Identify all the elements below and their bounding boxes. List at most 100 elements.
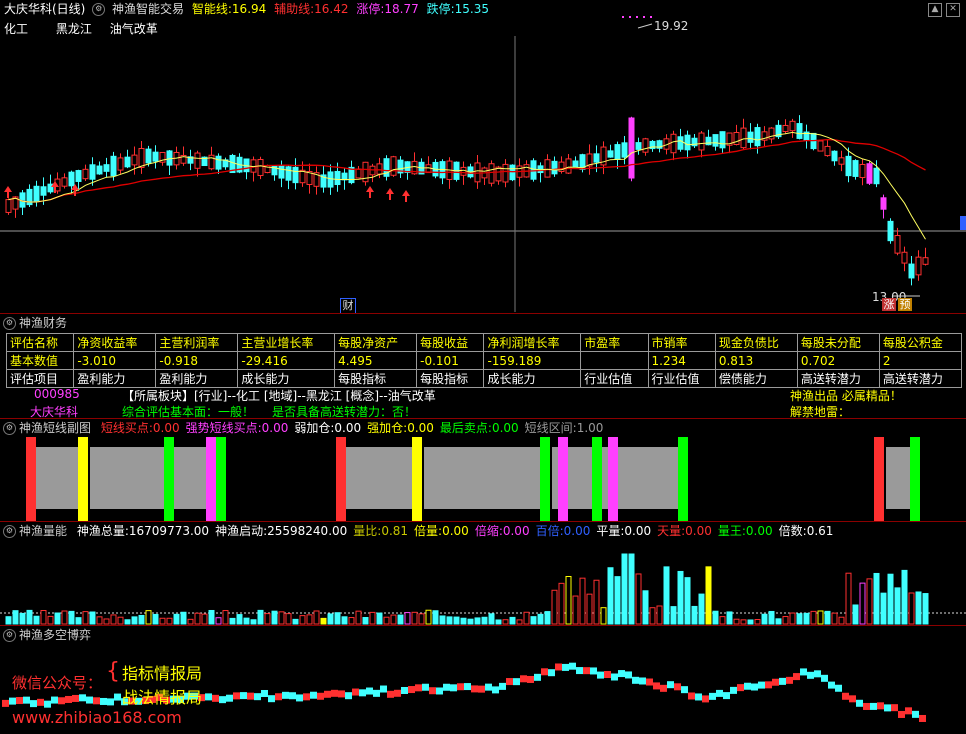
candle-body (894, 235, 901, 254)
finance-table: 评估名称 净资收益率 主营利润率 主营业增长率 每股净资产 每股收益 净利润增长率 市盈率 市销… (5, 333, 963, 388)
table-cell: 行业估值 (647, 369, 716, 388)
settings-icon[interactable]: ⚙ (3, 422, 16, 435)
signal-bar (558, 437, 568, 521)
candle-body (782, 124, 789, 133)
volume-chart[interactable] (0, 540, 966, 626)
volume-bar (712, 610, 719, 625)
zhineng-label: 智能线: (191, 2, 232, 16)
finance-event-marker[interactable]: 财 (340, 298, 356, 314)
indicator-label: 神渔总量: (76, 524, 129, 538)
duokong-block (79, 694, 86, 702)
volume-bar (103, 618, 110, 625)
kline-chart[interactable] (0, 16, 966, 312)
indicator-value: 0.00 (407, 421, 434, 435)
duokong-block (828, 681, 835, 689)
volume-bar (782, 616, 789, 625)
volume-bar (642, 590, 649, 625)
stock-code: 000985 (34, 387, 80, 401)
indicator-item: 强加仓:0.00 (367, 421, 434, 435)
signal-bar (164, 437, 174, 521)
table-cell: 4.495 (334, 351, 418, 370)
volume-bar (306, 614, 313, 625)
short-zone (90, 447, 208, 509)
indicator-item: 量比:0.81 (353, 524, 408, 538)
buy-arrow-icon (402, 190, 410, 202)
table-cell: 0.702 (796, 351, 880, 370)
volume-bar (579, 577, 586, 625)
volume-bar (411, 611, 418, 625)
volume-bar (677, 570, 684, 625)
volume-bar (719, 616, 726, 625)
duokong-block (107, 698, 114, 706)
candle-body (712, 134, 719, 147)
finance-title: 神渔财务 (19, 316, 68, 330)
duokong-block (373, 689, 380, 697)
indicator-value: 16709773.00 (128, 524, 210, 538)
watermark-wechat: 微信公众号： (12, 674, 103, 692)
volume-bar (852, 604, 859, 625)
volume-bar (54, 612, 61, 625)
volume-bar (915, 591, 922, 625)
indicator-label: 最后卖点: (439, 421, 492, 435)
volume-bar (593, 579, 600, 625)
duokong-block (30, 700, 37, 708)
duokong-block (499, 682, 506, 690)
short-panel-header: ⚙ 神渔短线副图 短线买点:0.00 强势短线买点:0.00 弱加仓:0.00 强加仓:… (0, 418, 966, 437)
short-line-chart[interactable] (0, 437, 966, 521)
table-cell: 主营利润率 (155, 333, 239, 352)
settings-icon[interactable]: ⚙ (3, 317, 16, 330)
volume-bar (586, 593, 593, 625)
settings-icon[interactable]: ⚙ (3, 629, 16, 642)
candle-body (635, 142, 642, 150)
duokong-block (702, 695, 709, 703)
settings-icon[interactable]: ⚙ (3, 525, 16, 538)
indicator-label: 短线区间: (524, 421, 577, 435)
finance-panel-header: ⚙ 神渔财务 (0, 313, 966, 332)
settings-icon[interactable]: ⚙ (92, 3, 106, 16)
volume-bar (68, 610, 75, 625)
volume-bar (747, 619, 754, 625)
duokong-block (16, 697, 23, 705)
short-zone (424, 447, 540, 509)
zhang-marker[interactable]: 涨 (882, 298, 896, 311)
duokong-block (394, 689, 401, 697)
candle-body (551, 160, 558, 175)
close-icon[interactable]: ✕ (946, 3, 960, 17)
volume-bar (117, 616, 124, 625)
zhineng-value: 16.94 (231, 2, 267, 16)
volume-bar (292, 618, 299, 625)
candle-body (852, 160, 859, 177)
volume-bar (145, 610, 152, 625)
volume-bar (873, 572, 880, 625)
yu-marker[interactable]: 预 (898, 298, 912, 311)
table-row: 评估项目 盈利能力 盈利能力 成长能力 每股指标 每股指标 成长能力 行业估值 行业估值 偿债能力… (5, 369, 963, 388)
candle-body (593, 153, 600, 163)
duokong-block (898, 710, 905, 718)
volume-bar (565, 576, 572, 625)
duokong-block (478, 685, 485, 693)
volume-bar (26, 609, 33, 625)
volume-bar (369, 611, 376, 625)
volume-bar (138, 614, 145, 625)
duokong-block (303, 693, 310, 701)
volume-bar (82, 611, 89, 625)
duokong-block (2, 699, 9, 707)
duokong-block (275, 693, 282, 701)
scroll-handle[interactable] (960, 216, 966, 230)
signal-bar (206, 437, 216, 521)
indicator-item: 最后卖点:0.00 (440, 421, 519, 435)
volume-bar (131, 616, 138, 625)
fuzhu-value: 16.42 (314, 2, 349, 16)
duokong-block (93, 697, 100, 705)
top-dot (629, 16, 631, 18)
duokong-block (23, 696, 30, 704)
buy-arrow-icon (386, 188, 394, 200)
indicator-item: 天量:0.00 (657, 524, 712, 538)
volume-bar (390, 614, 397, 625)
collapse-up-icon[interactable]: ▲ (928, 3, 942, 17)
duokong-block (401, 686, 408, 694)
volume-bar (887, 573, 894, 625)
signal-bar (540, 437, 550, 521)
duokong-block (611, 673, 618, 681)
candle-body (68, 171, 75, 187)
